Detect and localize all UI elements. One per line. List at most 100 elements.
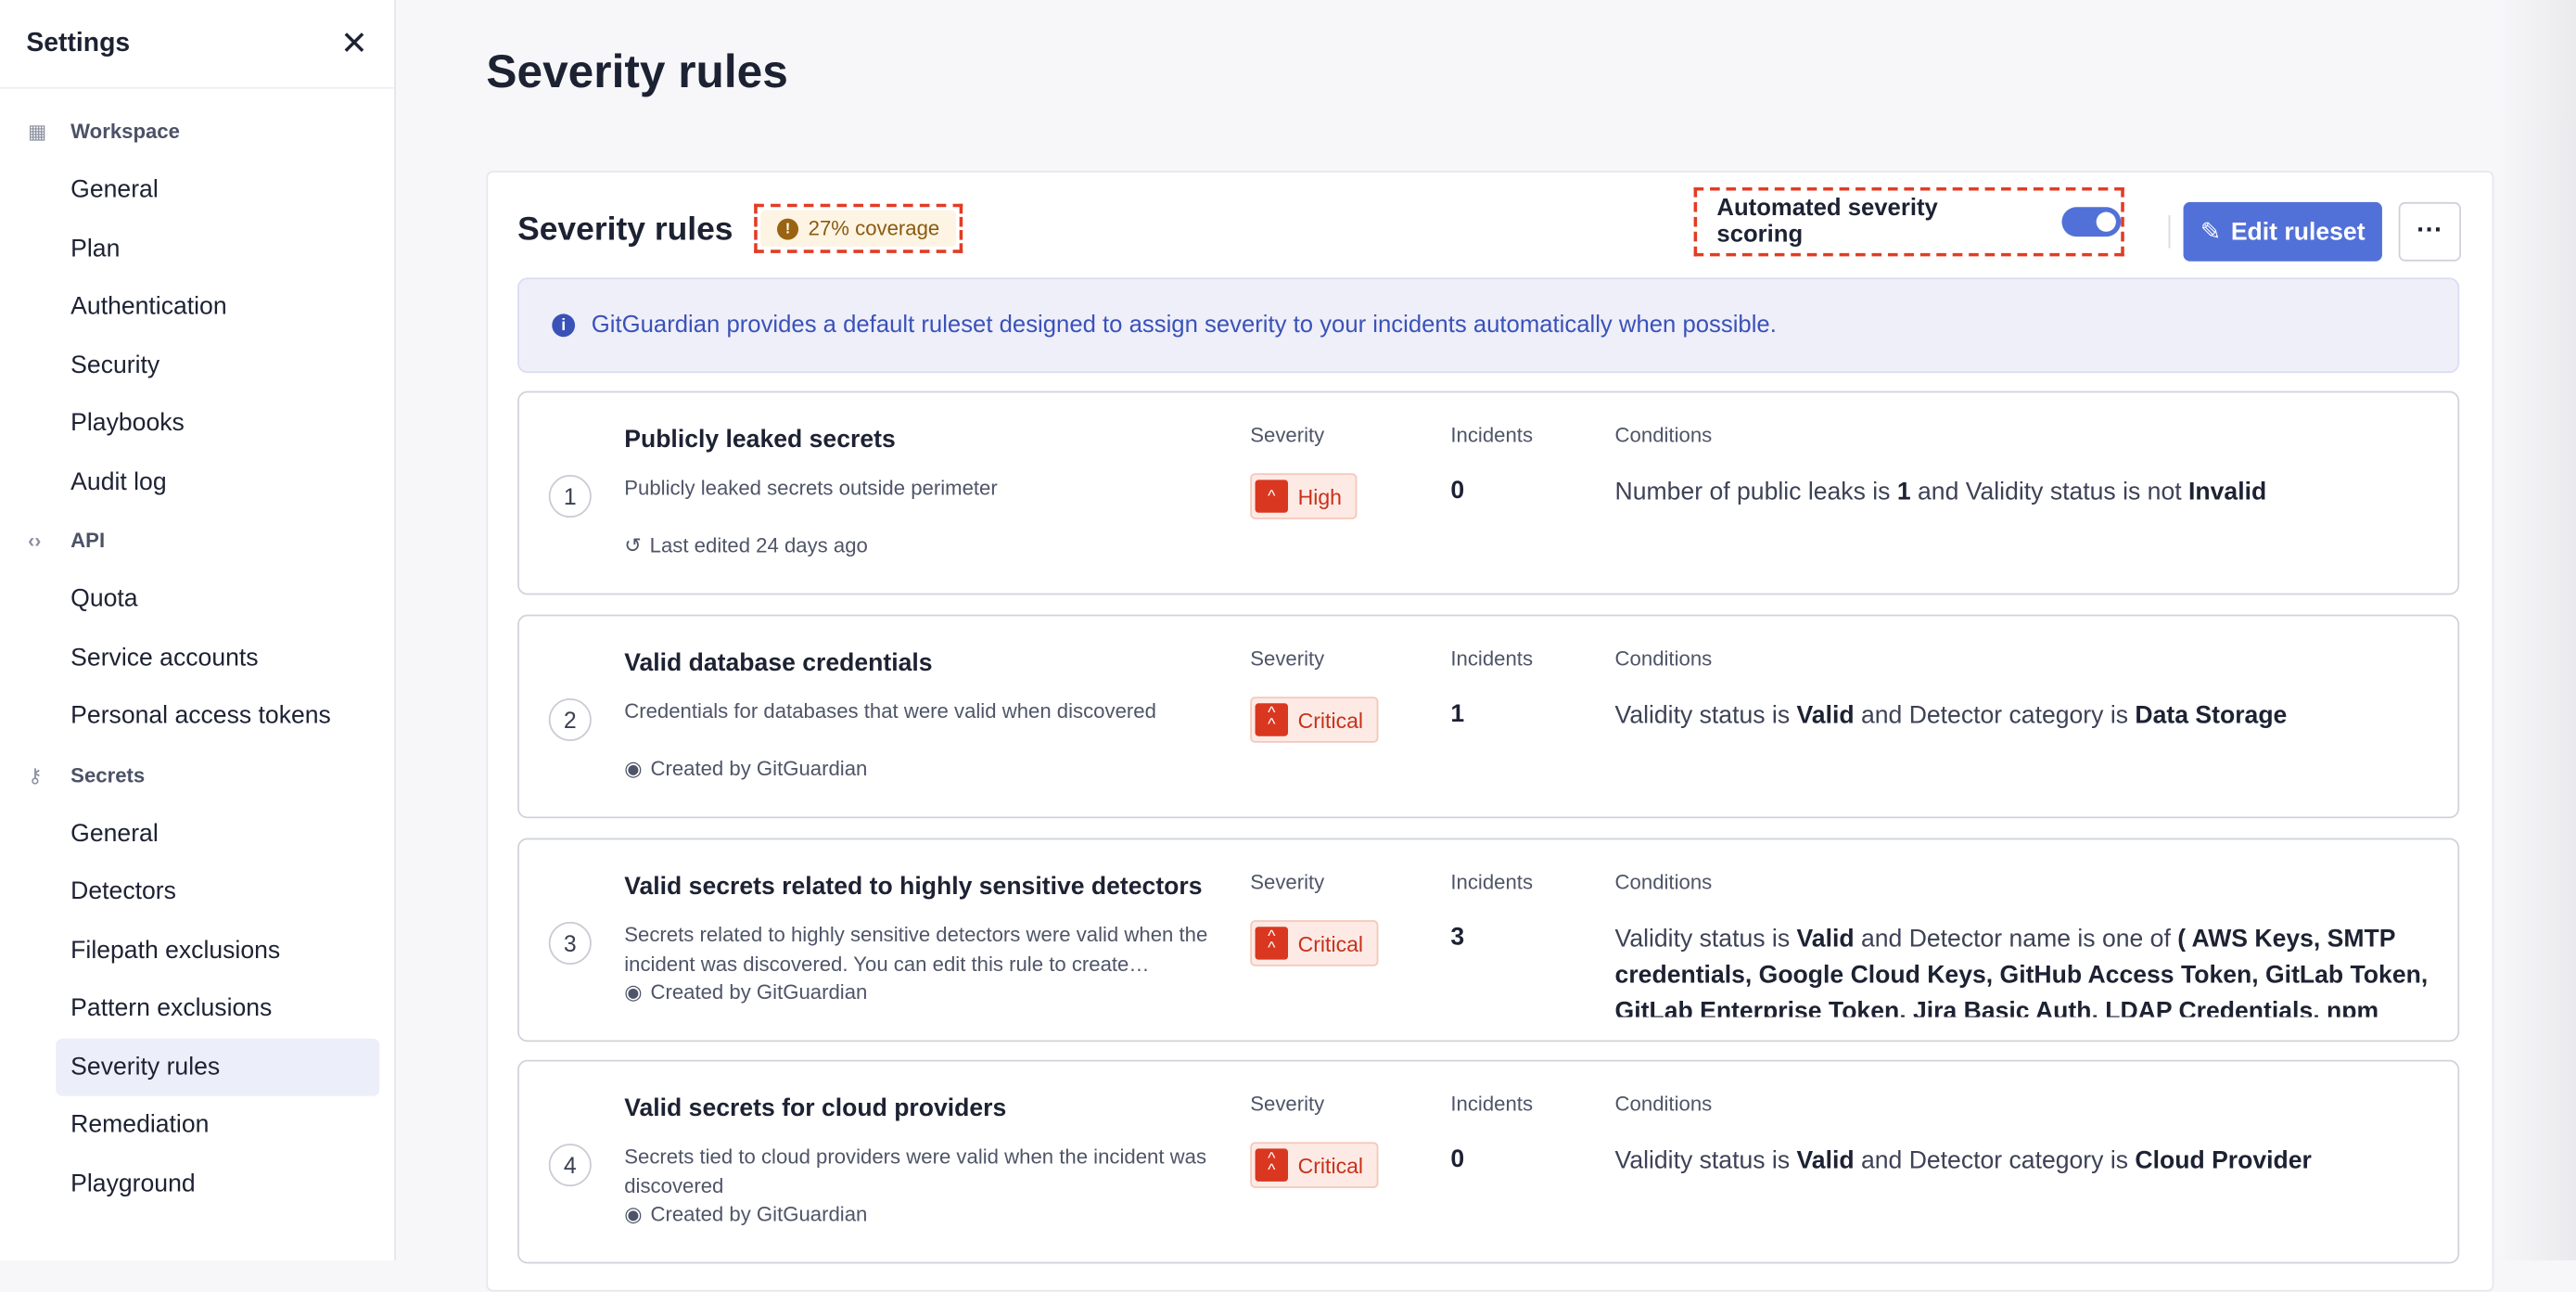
condition-value: Cloud Provider — [2135, 1146, 2312, 1175]
divider — [2168, 215, 2171, 249]
chevron-up-icon: ^ — [1255, 480, 1288, 513]
condition-value: 1 — [1896, 478, 1911, 506]
rule-row[interactable]: 1 Publicly leaked secrets Publicly leake… — [517, 390, 2460, 595]
gitguardian-logo-icon: ◉ — [624, 1202, 643, 1226]
conditions-label: Conditions — [1614, 424, 1713, 447]
settings-sidebar: Settings ✕ ▦ Workspace General Plan Authenti… — [0, 0, 396, 1260]
severity-label: Severity — [1250, 647, 1325, 671]
sidebar-section-api: ‹› API — [0, 511, 394, 570]
rule-title: Valid secrets for cloud providers — [624, 1094, 1007, 1123]
condition-text: and Validity status is not — [1910, 478, 2189, 506]
rule-meta-text: Created by GitGuardian — [650, 1201, 868, 1225]
rule-conditions: Validity status is Valid and Detector ca… — [1615, 1144, 2437, 1180]
rule-conditions: Number of public leaks is 1 and Validity… — [1615, 475, 2437, 511]
close-icon[interactable]: ✕ — [340, 23, 368, 64]
incident-count: 1 — [1450, 699, 1465, 728]
severity-label: Severity — [1250, 424, 1325, 447]
sidebar-item-audit-log[interactable]: Audit log — [56, 453, 379, 511]
sidebar-item-playground[interactable]: Playground — [56, 1155, 379, 1213]
sidebar-item-playbooks[interactable]: Playbooks — [56, 394, 379, 453]
section-label: Workspace — [70, 120, 180, 144]
sidebar-section-secrets: ⚷ Secrets — [0, 745, 394, 804]
coverage-text: 27% coverage — [808, 216, 940, 240]
rule-number: 4 — [548, 1144, 592, 1187]
condition-value: Data Storage — [2135, 701, 2288, 730]
rule-meta: ◉ Created by GitGuardian — [624, 1201, 867, 1226]
conditions-label: Conditions — [1614, 1093, 1713, 1116]
condition-value: Valid — [1796, 925, 1855, 953]
main-content: Severity rules Severity rules ! 27% cover… — [396, 0, 2576, 1292]
rule-meta-text: Last edited 24 days ago — [649, 532, 868, 556]
condition-text: Validity status is — [1614, 925, 1797, 953]
condition-value: Valid — [1796, 701, 1855, 730]
sidebar-item-authentication[interactable]: Authentication — [56, 277, 379, 336]
rule-meta-text: Created by GitGuardian — [650, 756, 868, 780]
more-options-button[interactable]: ··· — [2398, 201, 2461, 262]
sidebar-item-personal-access-tokens[interactable]: Personal access tokens — [56, 687, 379, 746]
condition-text: and Detector category is — [1854, 701, 2136, 730]
incidents-label: Incidents — [1450, 647, 1534, 671]
condition-text: Validity status is — [1614, 1146, 1797, 1175]
severity-text: Critical — [1297, 707, 1364, 733]
rule-row[interactable]: 4 Valid secrets for cloud providers Secr… — [517, 1059, 2460, 1264]
ellipsis-icon: ··· — [2417, 216, 2443, 245]
sidebar-item-remediation[interactable]: Remediation — [56, 1096, 379, 1155]
card-title: Severity rules — [517, 211, 733, 249]
edit-ruleset-label: Edit ruleset — [2230, 217, 2366, 246]
rule-row[interactable]: 3 Valid secrets related to highly sensit… — [517, 838, 2460, 1043]
coverage-highlight: ! 27% coverage — [754, 203, 963, 253]
section-label: Secrets — [70, 762, 146, 787]
info-banner: i GitGuardian provides a default ruleset … — [517, 277, 2460, 374]
rule-meta: ◉ Created by GitGuardian — [624, 979, 867, 1004]
severity-text: Critical — [1297, 1152, 1364, 1178]
gitguardian-logo-icon: ◉ — [624, 980, 643, 1004]
sidebar-header: Settings ✕ — [0, 0, 395, 89]
conditions-label: Conditions — [1614, 647, 1713, 671]
severity-label: Severity — [1250, 870, 1325, 894]
automated-scoring-toggle[interactable] — [2062, 207, 2122, 237]
severity-badge: ^ ^ Critical — [1250, 1142, 1378, 1188]
warning-icon: ! — [777, 217, 799, 239]
pencil-icon: ✎ — [2200, 218, 2222, 247]
rule-description: Credentials for databases that were vali… — [624, 699, 1156, 723]
conditions-label: Conditions — [1614, 870, 1713, 894]
sidebar-section-workspace: ▦ Workspace — [0, 102, 394, 161]
rule-description: Secrets tied to cloud providers were val… — [624, 1145, 1207, 1197]
sidebar-item-general[interactable]: General — [56, 804, 379, 863]
drawer-shadow — [2493, 0, 2576, 1260]
sidebar-item-general[interactable]: General — [56, 161, 379, 220]
edit-ruleset-button[interactable]: ✎ Edit ruleset — [2183, 201, 2382, 262]
double-chevron-up-icon: ^ ^ — [1255, 703, 1288, 736]
page-title: Severity rules — [486, 45, 788, 97]
severity-text: Critical — [1297, 930, 1364, 956]
severity-rules-card: Severity rules ! 27% coverage Automated s… — [486, 171, 2494, 1292]
rule-conditions: Validity status is Valid and Detector na… — [1615, 922, 2437, 1017]
info-icon: i — [552, 313, 576, 338]
incidents-label: Incidents — [1450, 870, 1534, 894]
sidebar-item-service-accounts[interactable]: Service accounts — [56, 629, 379, 687]
severity-text: High — [1297, 483, 1343, 509]
incident-count: 3 — [1450, 923, 1465, 952]
rule-row[interactable]: 2 Valid database credentials Credentials… — [517, 614, 2460, 819]
sidebar-item-filepath-exclusions[interactable]: Filepath exclusions — [56, 921, 379, 979]
rule-meta: ↺ Last edited 24 days ago — [624, 532, 868, 557]
severity-label: Severity — [1250, 1093, 1325, 1116]
sidebar-item-security[interactable]: Security — [56, 336, 379, 394]
info-text: GitGuardian provides a default ruleset d… — [591, 312, 1777, 339]
severity-badge: ^ ^ Critical — [1250, 697, 1378, 743]
rule-title: Publicly leaked secrets — [624, 425, 896, 454]
condition-text: Number of public leaks is — [1614, 478, 1897, 506]
key-icon: ⚷ — [28, 762, 43, 787]
sidebar-item-quota[interactable]: Quota — [56, 570, 379, 629]
sidebar-item-plan[interactable]: Plan — [56, 220, 379, 278]
rule-description: Secrets related to highly sensitive dete… — [624, 923, 1208, 976]
sidebar-item-severity-rules[interactable]: Severity rules — [56, 1037, 380, 1096]
gitguardian-logo-icon: ◉ — [624, 757, 643, 781]
sidebar-item-pattern-exclusions[interactable]: Pattern exclusions — [56, 979, 379, 1038]
sidebar-item-detectors[interactable]: Detectors — [56, 863, 379, 921]
rule-meta-text: Created by GitGuardian — [650, 979, 868, 1004]
rule-conditions: Validity status is Valid and Detector ca… — [1615, 698, 2437, 735]
rule-number: 1 — [548, 475, 592, 518]
automated-scoring-label: Automated severity scoring — [1716, 195, 1938, 249]
condition-text: and Detector name is one of — [1854, 925, 2178, 953]
